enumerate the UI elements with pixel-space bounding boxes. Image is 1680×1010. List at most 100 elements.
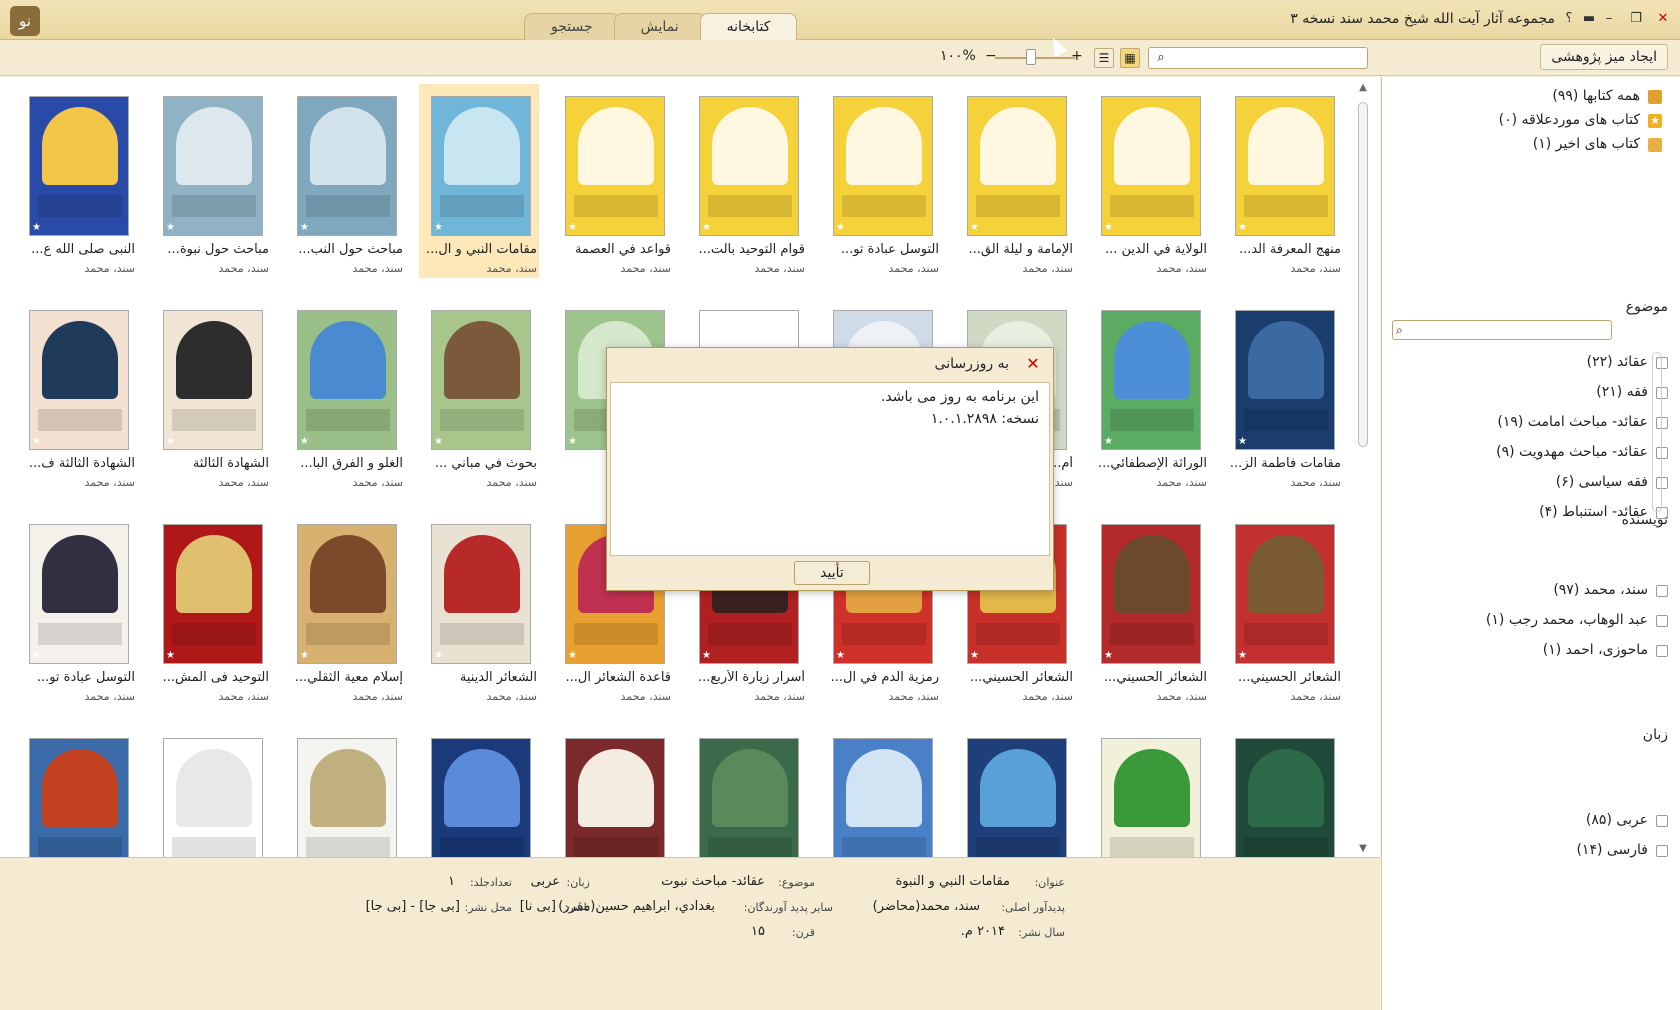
topic-label[interactable]: فقه (۲۱) (1596, 384, 1648, 400)
grid-scrollbar[interactable]: ▲ ▼ (1356, 82, 1370, 857)
book-item[interactable]: ★ بحوث في مباني ... سند، محمد (419, 298, 539, 492)
topic-label[interactable]: فقه سیاسی (۶) (1556, 474, 1648, 490)
book-item[interactable]: ★ الوراثة الإصطفائي... سند، محمد (1089, 298, 1209, 492)
star-icon[interactable]: ★ (568, 437, 577, 447)
book-item[interactable]: ★ الولاية في الدين ... سند، محمد (1089, 84, 1209, 278)
book-cover[interactable]: ★ (699, 96, 799, 236)
book-cover[interactable]: ★ (967, 738, 1067, 857)
topic-search-input[interactable]: ⌕ (1392, 320, 1612, 340)
star-icon[interactable]: ★ (434, 651, 443, 661)
star-icon[interactable]: ★ (32, 223, 41, 233)
book-item[interactable]: ★ إسلام معية الثقلي... سند، محمد (285, 512, 405, 706)
star-icon[interactable]: ★ (32, 651, 41, 661)
star-icon[interactable]: ★ (166, 223, 175, 233)
book-cover[interactable]: ★ (565, 96, 665, 236)
language-checkbox[interactable] (1656, 845, 1668, 857)
language-checkbox[interactable] (1656, 815, 1668, 827)
author-checkbox[interactable] (1656, 585, 1668, 597)
author-label[interactable]: عبد الوهاب، محمد رجب (۱) (1486, 612, 1648, 628)
book-cover[interactable]: ★ (163, 96, 263, 236)
collection-all-books[interactable]: همه کتابها (۹۹) (1552, 88, 1640, 104)
star-icon[interactable]: ★ (166, 437, 175, 447)
star-icon[interactable]: ★ (1238, 223, 1247, 233)
star-icon[interactable]: ★ (300, 651, 309, 661)
book-item[interactable]: ★ الشعائر الحسيني... سند، محمد (1089, 512, 1209, 706)
restore-button[interactable]: ❐ (1627, 10, 1645, 28)
author-label[interactable]: سند، محمد (۹۷) (1553, 582, 1648, 598)
book-cover[interactable]: ★ (833, 96, 933, 236)
list-view-icon[interactable]: ☰ (1094, 48, 1114, 68)
close-button[interactable]: ✕ (1654, 10, 1672, 28)
book-cover[interactable]: ★ (431, 310, 531, 450)
author-checkbox[interactable] (1656, 615, 1668, 627)
author-checkbox[interactable] (1656, 645, 1668, 657)
search-icon[interactable]: ⌕ (1152, 49, 1170, 67)
language-label[interactable]: عربی (۸۵) (1586, 812, 1648, 828)
star-icon[interactable]: ★ (568, 223, 577, 233)
book-item[interactable]: ★ النبی صلی اللّه ع... سند، محمد (17, 84, 137, 278)
star-icon[interactable]: ★ (970, 651, 979, 661)
book-item[interactable]: ★ الشعائر الدينية سند، محمد (419, 512, 539, 706)
language-label[interactable]: فارسی (۱۴) (1576, 842, 1648, 858)
star-icon[interactable]: ★ (300, 437, 309, 447)
book-cover[interactable]: ★ (1235, 310, 1335, 450)
book-item[interactable]: ★ (151, 726, 271, 857)
book-cover[interactable]: ★ (431, 738, 531, 857)
topic-label[interactable]: عقائد- مباحث مهدویت (۹) (1496, 444, 1648, 460)
book-cover[interactable]: ★ (1101, 96, 1201, 236)
star-icon[interactable]: ★ (836, 223, 845, 233)
tab-display[interactable]: نمایش (613, 13, 706, 40)
star-icon[interactable]: ★ (1104, 651, 1113, 661)
book-item[interactable]: ★ الشهادة الثالثة ف... سند، محمد (17, 298, 137, 492)
book-cover[interactable]: ★ (163, 524, 263, 664)
book-cover[interactable]: ★ (565, 738, 665, 857)
book-cover[interactable]: ★ (29, 96, 129, 236)
book-cover[interactable]: ★ (297, 738, 397, 857)
star-icon[interactable]: ★ (32, 437, 41, 447)
book-item[interactable]: ★ (1223, 726, 1343, 857)
book-cover[interactable]: ★ (1101, 738, 1201, 857)
zoom-slider-thumb[interactable] (1026, 49, 1036, 65)
book-item[interactable]: ★ منهج المعرفة الد... سند، محمد (1223, 84, 1343, 278)
book-cover[interactable]: ★ (297, 310, 397, 450)
book-item[interactable]: ★ (687, 726, 807, 857)
book-item[interactable]: ★ التوسل عبادة تو... سند، محمد (821, 84, 941, 278)
star-icon[interactable]: ★ (702, 651, 711, 661)
book-cover[interactable]: ★ (1101, 310, 1201, 450)
book-item[interactable]: ★ مباحث حول النب... سند، محمد (285, 84, 405, 278)
book-cover[interactable]: ★ (431, 524, 531, 664)
book-item[interactable]: ★ الإمامة و ليلة الق... سند، محمد (955, 84, 1075, 278)
collection-recent[interactable]: کتاب های اخیر (۱) (1533, 136, 1640, 152)
star-icon[interactable]: ★ (568, 651, 577, 661)
close-icon[interactable]: ✕ (1023, 354, 1043, 374)
book-item[interactable]: ★ (285, 726, 405, 857)
star-icon[interactable]: ★ (970, 223, 979, 233)
book-item[interactable]: ★ الشهادة الثالثة سند، محمد (151, 298, 271, 492)
scroll-thumb[interactable] (1358, 102, 1368, 447)
star-icon[interactable]: ★ (1104, 437, 1113, 447)
star-icon[interactable]: ★ (836, 651, 845, 661)
star-icon[interactable]: ★ (1238, 437, 1247, 447)
ok-button[interactable]: تأیید (794, 561, 870, 585)
minimize-button[interactable]: – (1600, 10, 1618, 28)
book-item[interactable]: ★ (821, 726, 941, 857)
book-cover[interactable]: ★ (29, 310, 129, 450)
star-icon[interactable]: ★ (434, 223, 443, 233)
book-cover[interactable]: ★ (1235, 96, 1335, 236)
collapse-button[interactable]: ▬ (1580, 10, 1598, 28)
book-cover[interactable]: ★ (297, 524, 397, 664)
star-icon[interactable]: ★ (300, 223, 309, 233)
star-icon[interactable]: ★ (702, 223, 711, 233)
book-item[interactable]: ★ مقامات فاطمة الز... سند، محمد (1223, 298, 1343, 492)
tab-search[interactable]: جستجو (524, 13, 620, 40)
book-item[interactable]: ★ مباحث حول نبوة... سند، محمد (151, 84, 271, 278)
book-cover[interactable]: ★ (431, 96, 531, 236)
zoom-out-button[interactable]: − (985, 48, 997, 64)
book-cover[interactable]: ★ (967, 96, 1067, 236)
collection-favorites[interactable]: کتاب های موردعلاقه (۰) (1499, 112, 1640, 128)
topic-label[interactable]: عقائد (۲۲) (1587, 354, 1648, 370)
book-cover[interactable]: ★ (297, 96, 397, 236)
help-icon[interactable]: ؟ (1560, 10, 1578, 28)
book-cover[interactable]: ★ (1101, 524, 1201, 664)
book-cover[interactable]: ★ (163, 310, 263, 450)
